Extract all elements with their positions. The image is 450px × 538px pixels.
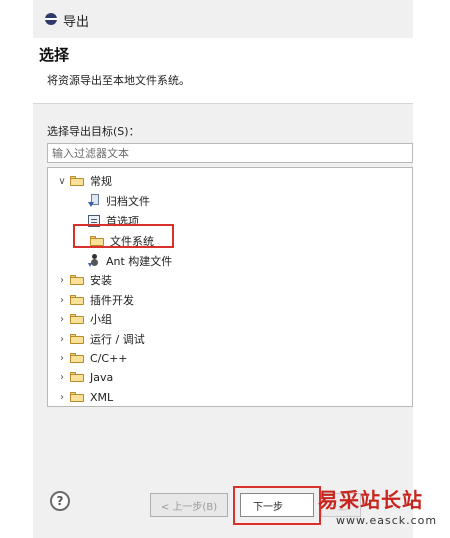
chevron-right-icon[interactable]: › xyxy=(56,349,68,367)
title-bar: 导出 xyxy=(33,0,413,38)
tree-item-xml[interactable]: › XML xyxy=(56,388,113,406)
folder-icon xyxy=(70,295,84,305)
tree-item-label: 归档文件 xyxy=(106,195,150,208)
next-button-highlight-box xyxy=(233,486,321,525)
tree-item-c-cpp[interactable]: › C/C++ xyxy=(56,349,128,367)
tree-item-install[interactable]: › 安装 xyxy=(56,271,112,289)
chevron-right-icon[interactable]: › xyxy=(56,388,68,406)
chevron-right-icon[interactable]: › xyxy=(56,271,68,289)
export-target-tree[interactable]: ∨ 常规 归档文件 首选项 文件系统 Ant 构建文件 › 安装 › 插件开发 … xyxy=(47,167,413,407)
watermark-text: 易采站长站 xyxy=(318,488,423,512)
chevron-right-icon[interactable]: › xyxy=(56,291,68,309)
tree-item-run-debug[interactable]: › 运行 / 调试 xyxy=(56,330,145,348)
wizard-content: 选择导出目标(S)： ∨ 常规 归档文件 首选项 文件系统 xyxy=(33,105,413,468)
tree-item-java[interactable]: › Java xyxy=(56,368,113,386)
tree-item-label: 插件开发 xyxy=(90,294,134,307)
folder-icon xyxy=(70,334,84,344)
tree-item-general[interactable]: ∨ 常规 xyxy=(56,172,112,190)
folder-icon xyxy=(70,372,84,382)
export-dialog: 导出 选择 将资源导出至本地文件系统。 选择导出目标(S)： ∨ 常规 归档文件… xyxy=(33,0,413,538)
tree-item-label: XML xyxy=(90,390,114,404)
page-title: 选择 xyxy=(39,46,70,64)
tree-item-label: C/C++ xyxy=(90,351,128,365)
tree-item-ant-build-file[interactable]: Ant 构建文件 xyxy=(88,252,172,270)
export-target-label: 选择导出目标(S)： xyxy=(47,125,140,138)
tree-item-label: Java xyxy=(90,370,114,384)
tree-item-archive-file[interactable]: 归档文件 xyxy=(88,192,150,210)
folder-icon xyxy=(70,314,84,324)
wizard-header: 选择 将资源导出至本地文件系统。 xyxy=(33,38,413,104)
back-button[interactable]: < 上一步(B) xyxy=(150,493,228,517)
tree-item-label: 小组 xyxy=(90,313,112,326)
help-button[interactable]: ? xyxy=(50,491,70,511)
folder-icon xyxy=(70,392,84,402)
tree-item-label: Ant 构建文件 xyxy=(106,255,173,268)
tree-item-team[interactable]: › 小组 xyxy=(56,310,112,328)
window-title: 导出 xyxy=(63,15,90,30)
folder-icon xyxy=(70,176,84,186)
watermark-url: www.easck.com xyxy=(336,514,438,527)
site-watermark: 易采站长站 www.easck.com xyxy=(318,484,450,538)
folder-icon xyxy=(70,353,84,363)
tree-item-label: 运行 / 调试 xyxy=(90,333,145,346)
archive-file-icon xyxy=(88,194,100,208)
file-system-highlight-box xyxy=(73,224,174,248)
tree-item-plugin-development[interactable]: › 插件开发 xyxy=(56,291,134,309)
folder-icon xyxy=(70,275,84,285)
filter-input[interactable] xyxy=(47,143,413,163)
chevron-right-icon[interactable]: › xyxy=(56,330,68,348)
chevron-right-icon[interactable]: › xyxy=(56,368,68,386)
tree-item-label: 常规 xyxy=(90,175,112,188)
ant-icon xyxy=(88,254,100,268)
eclipse-app-icon xyxy=(45,13,57,25)
chevron-right-icon[interactable]: › xyxy=(56,310,68,328)
tree-item-label: 安装 xyxy=(90,274,112,287)
page-description: 将资源导出至本地文件系统。 xyxy=(47,74,190,87)
chevron-down-icon[interactable]: ∨ xyxy=(56,172,68,190)
